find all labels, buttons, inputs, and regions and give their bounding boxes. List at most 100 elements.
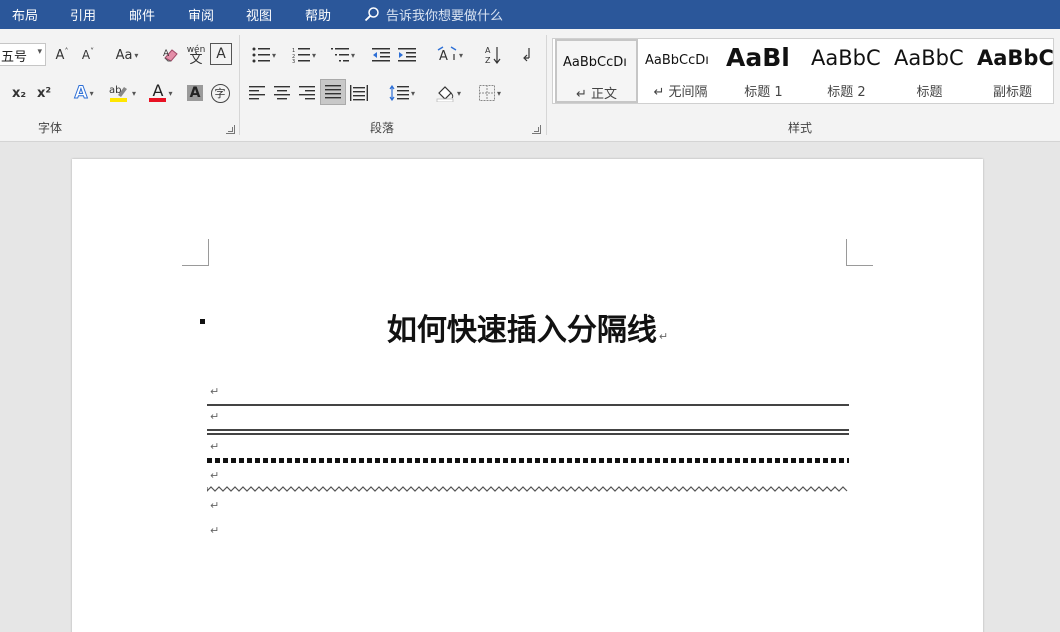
- superscript-button[interactable]: x²: [33, 81, 55, 105]
- search-icon: [364, 7, 379, 22]
- paint-bucket-icon: [436, 86, 454, 102]
- style-name: 副标题: [992, 85, 1032, 100]
- menu-help[interactable]: 帮助: [305, 5, 331, 24]
- style-name: ↵ 无间隔: [653, 85, 708, 100]
- align-center-button[interactable]: [271, 81, 293, 105]
- chevron-down-icon: ▾: [311, 50, 316, 60]
- margin-corner-top-right: [846, 239, 873, 266]
- decrease-indent-button[interactable]: [370, 43, 392, 67]
- bullet-list-icon: [252, 47, 270, 63]
- font-dialog-launcher-icon[interactable]: [226, 125, 235, 134]
- decrease-indent-icon: [372, 48, 390, 62]
- align-center-icon: [274, 86, 290, 100]
- distributed-button[interactable]: [348, 81, 370, 105]
- shrink-font-button[interactable]: A ˅: [79, 43, 97, 67]
- style-title[interactable]: AaBbC 标题: [888, 39, 971, 103]
- align-left-icon: [249, 86, 265, 100]
- chevron-down-icon: ▾: [350, 50, 355, 60]
- document-page[interactable]: 如何快速插入分隔线 ↵ ↵ ↵ ↵ ↵ ↵ ↵: [72, 159, 983, 632]
- style-name: 标题 2: [827, 85, 866, 100]
- text-effects-button[interactable]: A ▾: [66, 81, 102, 105]
- chinese-layout-button[interactable]: A ▾: [432, 43, 468, 67]
- char-border-icon: A: [216, 46, 226, 62]
- borders-button[interactable]: ▾: [472, 81, 508, 105]
- grow-font-button[interactable]: A ˄: [53, 43, 71, 67]
- paragraph-mark: ↵: [210, 410, 220, 423]
- svg-text:3: 3: [292, 59, 295, 63]
- multilevel-list-icon: [330, 48, 349, 62]
- shading-button[interactable]: ▾: [430, 81, 466, 105]
- phonetic-guide-button[interactable]: wén 文: [185, 41, 207, 69]
- down-caret-icon: ˅: [90, 46, 95, 56]
- divider-line-dotted: [207, 458, 849, 463]
- style-sample: AaBbCcDı: [645, 53, 709, 68]
- char-shading-icon: A: [186, 85, 204, 101]
- paragraph-mark: ↵: [210, 440, 220, 453]
- style-no-spacing[interactable]: AaBbCcDı ↵ 无间隔: [639, 39, 722, 103]
- highlight-button[interactable]: ab ▾: [104, 81, 140, 105]
- paragraph-mark: ↵: [658, 330, 669, 343]
- group-divider: [546, 35, 547, 135]
- align-left-button[interactable]: [246, 81, 268, 105]
- group-divider: [239, 35, 240, 135]
- tell-me-box[interactable]: 告诉我你想要做什么: [364, 4, 503, 24]
- increase-indent-icon: [398, 48, 416, 62]
- chevron-down-icon: ▾: [131, 88, 136, 98]
- font-group-label: 字体: [38, 121, 63, 135]
- change-case-icon: Aa: [115, 47, 133, 63]
- borders-icon: [478, 85, 495, 101]
- menu-references[interactable]: 引用: [70, 5, 96, 24]
- style-sample: AaBbC: [811, 46, 881, 70]
- text-effects-icon: A: [74, 83, 88, 104]
- up-caret-icon: ˄: [64, 46, 69, 56]
- style-heading-2[interactable]: AaBbC 标题 2: [805, 39, 888, 103]
- styles-gallery: AaBbCcDı ↵ 正文 AaBbCcDı ↵ 无间隔 AaBl 标题 1 A…: [552, 38, 1054, 104]
- style-name: ↵ 正文: [575, 87, 618, 102]
- menu-mailings[interactable]: 邮件: [129, 5, 155, 24]
- menu-bar: 布局 引用 邮件 审阅 视图 帮助 告诉我你想要做什么: [0, 0, 1060, 29]
- tell-me-text: 告诉我你想要做什么: [386, 8, 504, 24]
- menu-view[interactable]: 视图: [246, 5, 272, 24]
- font-color-bar: [149, 98, 167, 102]
- svg-text:A: A: [163, 49, 170, 59]
- document-area: 如何快速插入分隔线 ↵ ↵ ↵ ↵ ↵ ↵ ↵: [0, 142, 1060, 632]
- chevron-down-icon: ▾: [37, 47, 42, 57]
- chevron-down-icon: ▾: [410, 88, 415, 98]
- enclose-char-button[interactable]: 字: [208, 81, 232, 105]
- line-spacing-button[interactable]: ▾: [384, 81, 420, 105]
- ribbon: 五号 ▾ A ˄ A ˅ Aa ▾ A wén 文 A x₂ x² A ▾ ab ▾: [0, 29, 1060, 142]
- clear-formatting-button[interactable]: A: [160, 43, 182, 67]
- divider-line-double-bottom: [207, 433, 849, 435]
- multilevel-list-button[interactable]: ▾: [326, 43, 360, 67]
- superscript-icon: x²: [36, 85, 52, 101]
- char-shading-button[interactable]: A: [185, 81, 205, 105]
- eraser-icon: A: [163, 49, 178, 62]
- justify-button[interactable]: [320, 79, 346, 105]
- sort-button[interactable]: A Z: [482, 43, 504, 67]
- numbering-button[interactable]: 1 2 3 ▾: [286, 43, 322, 67]
- paragraph-group-label: 段落: [370, 121, 395, 135]
- font-size-value: 五号: [1, 50, 28, 65]
- bullets-button[interactable]: ▾: [246, 43, 282, 67]
- menu-review[interactable]: 审阅: [188, 5, 214, 24]
- change-case-button[interactable]: Aa ▾: [109, 43, 145, 67]
- document-title-text: 如何快速插入分隔线: [386, 313, 657, 348]
- font-size-select[interactable]: 五号 ▾: [0, 43, 46, 66]
- subscript-button[interactable]: x₂: [8, 81, 30, 105]
- document-title[interactable]: 如何快速插入分隔线 ↵: [72, 305, 983, 349]
- char-border-button[interactable]: A: [210, 43, 232, 65]
- paragraph-dialog-launcher-icon[interactable]: [532, 125, 541, 134]
- align-right-button[interactable]: [296, 81, 318, 105]
- style-heading-1[interactable]: AaBl 标题 1: [722, 39, 805, 103]
- style-normal[interactable]: AaBbCcDı ↵ 正文: [555, 39, 638, 103]
- font-color-button[interactable]: A ▾: [143, 81, 179, 105]
- show-marks-button[interactable]: [516, 43, 538, 67]
- style-subtitle[interactable]: AaBbC 副标题: [971, 39, 1054, 103]
- paragraph-mark: ↵: [210, 499, 220, 512]
- style-sample: AaBl: [726, 43, 790, 72]
- menu-layout[interactable]: 布局: [12, 5, 38, 24]
- paragraph-mark: ↵: [210, 469, 220, 482]
- chevron-down-icon: ▾: [168, 88, 173, 98]
- chevron-down-icon: ▾: [456, 88, 461, 98]
- increase-indent-button[interactable]: [396, 43, 418, 67]
